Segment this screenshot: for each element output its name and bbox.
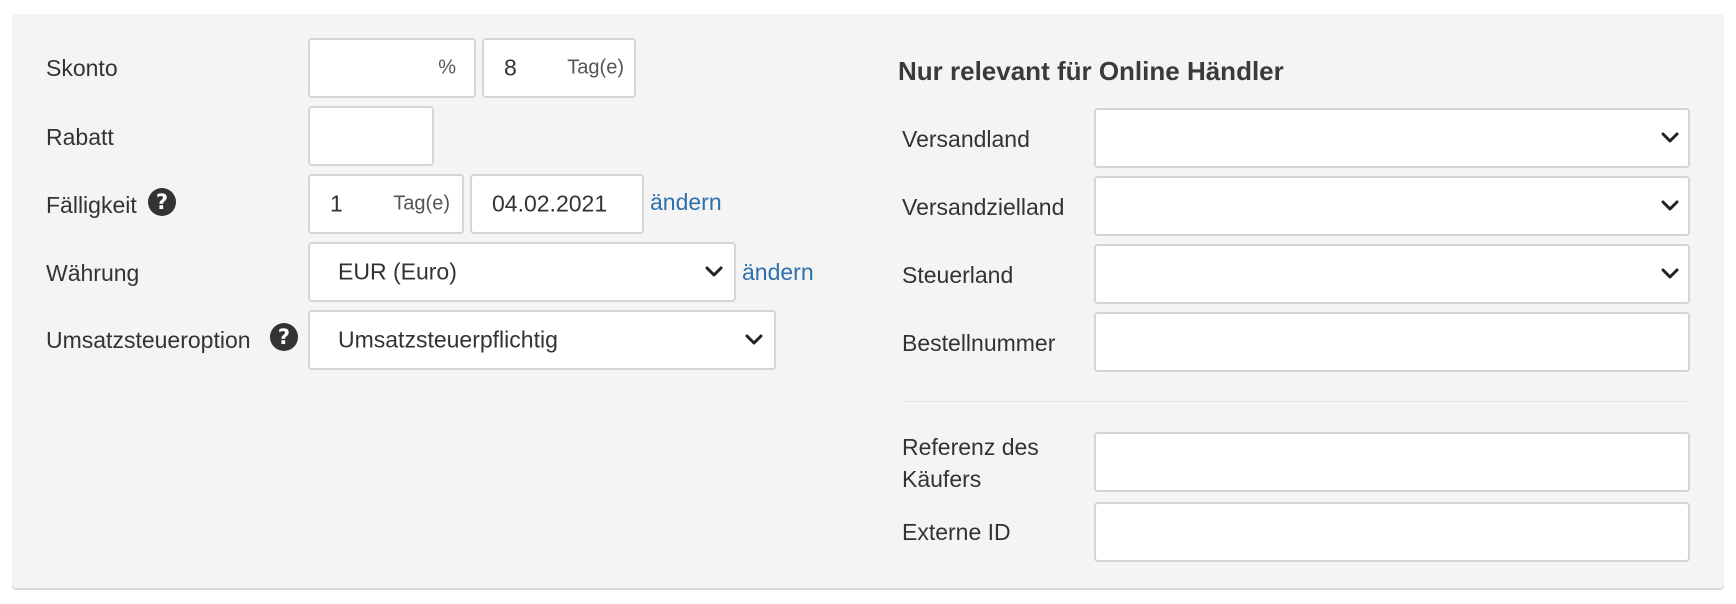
chevron-down-icon [1661,268,1679,279]
skonto-percent-input[interactable]: % [308,38,476,98]
skonto-percent-unit: % [438,56,456,79]
faelligkeit-date-input[interactable]: 04.02.2021 [470,174,644,234]
umsatzsteueroption-label: Umsatzsteueroption [46,327,251,353]
skonto-days-input[interactable]: 8 Tag(e) [482,38,636,98]
versandzielland-select[interactable] [1094,176,1690,236]
externe-id-input[interactable] [1094,502,1690,562]
faelligkeit-days-input[interactable]: 1 Tag(e) [308,174,464,234]
bestellnummer-label: Bestellnummer [902,330,1056,356]
referenz-input[interactable] [1094,432,1690,492]
faelligkeit-date-value: 04.02.2021 [492,190,608,217]
chevron-down-icon [745,334,763,345]
externe-id-label: Externe ID [902,519,1011,545]
faelligkeit-days-unit: Tag(e) [393,192,450,215]
chevron-down-icon [1661,200,1679,211]
question-circle-icon[interactable]: ? [270,323,298,351]
question-circle-icon[interactable]: ? [148,188,176,216]
bestellnummer-input[interactable] [1094,312,1690,372]
faelligkeit-label: Fälligkeit [46,192,137,218]
skonto-days-value: 8 [504,54,517,81]
waehrung-label: Währung [46,260,140,286]
referenz-label-line1: Referenz des [902,434,1039,460]
faelligkeit-change-link[interactable]: ändern [650,189,722,215]
steuerland-select[interactable] [1094,244,1690,304]
waehrung-select[interactable]: EUR (Euro) [308,242,736,302]
referenz-label-line2: Käufers [902,466,982,492]
steuerland-label: Steuerland [902,262,1014,288]
online-haendler-heading: Nur relevant für Online Händler [898,56,1284,86]
rabatt-input[interactable] [308,106,434,166]
rabatt-label: Rabatt [46,124,114,150]
faelligkeit-days-value: 1 [330,190,343,217]
umsatzsteueroption-selected-value: Umsatzsteuerpflichtig [338,326,558,353]
versandland-select[interactable] [1094,108,1690,168]
versandland-label: Versandland [902,126,1030,152]
chevron-down-icon [705,266,723,277]
section-divider [902,401,1690,402]
skonto-label: Skonto [46,55,118,81]
waehrung-change-link[interactable]: ändern [742,259,814,285]
umsatzsteueroption-select[interactable]: Umsatzsteuerpflichtig [308,310,776,370]
skonto-days-unit: Tag(e) [567,56,624,79]
waehrung-selected-value: EUR (Euro) [338,258,457,285]
versandzielland-label: Versandzielland [902,194,1065,220]
chevron-down-icon [1661,132,1679,143]
